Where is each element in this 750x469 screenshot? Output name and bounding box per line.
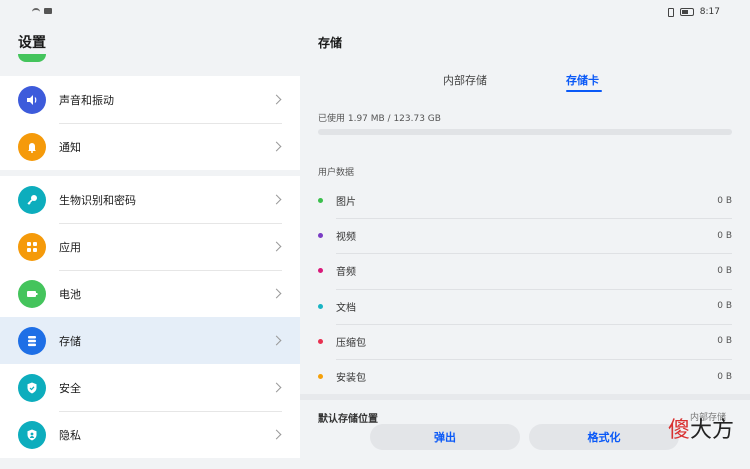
sidebar-item-label: 安全 [59, 381, 81, 395]
watermark-part-2: 大方 [689, 418, 734, 443]
settings-title: 设置 [18, 35, 46, 51]
battery-icon [18, 279, 46, 308]
status-bar: 8:17 [0, 0, 750, 26]
format-button[interactable]: 格式化 [529, 424, 679, 450]
sidebar-item-biometrics[interactable]: 生物识别和密码 [0, 176, 300, 223]
status-left [32, 8, 52, 14]
category-size: 0 B [717, 230, 732, 241]
sidebar-item-apps[interactable]: 应用 [0, 223, 300, 270]
chevron-right-icon [271, 241, 282, 252]
list-item[interactable]: 压缩包 0 B [300, 323, 750, 359]
category-size: 0 B [717, 195, 732, 206]
tab-memory-card[interactable]: 存储卡 [566, 72, 599, 88]
settings-group-1: 声音和振动 通知 [0, 76, 300, 170]
shield-check-icon [18, 373, 46, 402]
tab-internal-storage[interactable]: 内部存储 [443, 72, 487, 88]
sidebar-item-storage[interactable]: 存储 [0, 317, 300, 364]
chevron-right-icon [271, 288, 282, 299]
settings-group-2: 生物识别和密码 应用 电池 存储 安全 隐私 [0, 176, 300, 458]
sidebar-item-label: 存储 [59, 334, 81, 348]
chevron-right-icon [271, 382, 282, 393]
sidebar-item-privacy[interactable]: 隐私 [0, 411, 300, 458]
category-dot [318, 233, 323, 239]
category-label: 安装包 [336, 373, 366, 385]
bell-icon [18, 132, 46, 161]
category-label: 压缩包 [336, 337, 366, 349]
category-size: 0 B [717, 371, 732, 382]
sidebar-item-label: 声音和振动 [59, 93, 114, 107]
list-item[interactable]: 音频 0 B [300, 253, 750, 288]
sidebar-item-battery[interactable]: 电池 [0, 270, 300, 317]
sidebar-item-security[interactable]: 安全 [0, 364, 300, 411]
status-right: 8:17 [667, 7, 720, 17]
grid-icon [18, 232, 46, 261]
category-label: 视频 [336, 232, 356, 244]
category-dot [318, 303, 323, 309]
watermark-part-1: 傻 [667, 418, 690, 443]
sidebar-item-label: 隐私 [59, 428, 81, 442]
wifi-icon [32, 8, 40, 14]
category-label: 音频 [336, 267, 356, 279]
key-icon [18, 185, 46, 214]
storage-icon [18, 326, 46, 355]
sidebar-item-label: 生物识别和密码 [59, 193, 136, 207]
battery-status-icon [679, 8, 694, 16]
list-item[interactable]: 视频 0 B [300, 218, 750, 253]
sidebar-item-label: 应用 [59, 240, 81, 254]
storage-usage-bar [318, 129, 732, 135]
category-label: 图片 [336, 197, 356, 209]
category-size: 0 B [717, 265, 732, 276]
sidebar-item-label: 通知 [59, 140, 81, 154]
sidebar-item-label: 电池 [59, 287, 81, 301]
category-label: 文档 [336, 302, 356, 314]
watermark-logo: 傻大方 [668, 412, 734, 444]
user-data-list: 图片 0 B 视频 0 B 音频 0 B 文档 0 B 压缩包 0 B 安装包 … [300, 183, 750, 394]
privacy-icon [18, 420, 46, 449]
storage-tabs: 内部存储 存储卡 [300, 66, 750, 96]
default-location-label[interactable]: 默认存储位置 [318, 410, 378, 425]
category-dot [318, 198, 323, 204]
list-item[interactable]: 安装包 0 B [300, 358, 750, 394]
active-tab-indicator [566, 90, 602, 92]
section-label: 用户数据 [318, 168, 355, 178]
chevron-right-icon [271, 335, 282, 346]
storage-detail-pane: 存储 内部存储 存储卡 已使用 1.97 MB / 123.73 GB 用户数据… [300, 26, 750, 469]
chevron-right-icon [271, 194, 282, 205]
category-size: 0 B [717, 336, 732, 347]
list-item[interactable]: 文档 0 B [300, 288, 750, 324]
chevron-right-icon [271, 94, 282, 105]
category-dot [318, 338, 323, 344]
page-title: 存储 [318, 36, 343, 50]
category-dot [318, 374, 323, 380]
volume-icon [18, 85, 46, 114]
scrolled-item-icon [18, 54, 46, 62]
chevron-right-icon [271, 429, 282, 440]
eject-button[interactable]: 弹出 [370, 424, 520, 450]
chevron-right-icon [271, 141, 282, 152]
vibrate-icon [667, 7, 674, 17]
status-time: 8:17 [699, 7, 720, 17]
list-item[interactable]: 图片 0 B [300, 183, 750, 218]
sidebar-item-notifications[interactable]: 通知 [0, 123, 300, 170]
storage-usage-text: 已使用 1.97 MB / 123.73 GB [318, 114, 441, 124]
category-dot [318, 268, 323, 274]
section-divider [300, 394, 750, 400]
sidebar-item-sound[interactable]: 声音和振动 [0, 76, 300, 123]
sim-icon [44, 8, 52, 14]
category-size: 0 B [717, 301, 732, 312]
